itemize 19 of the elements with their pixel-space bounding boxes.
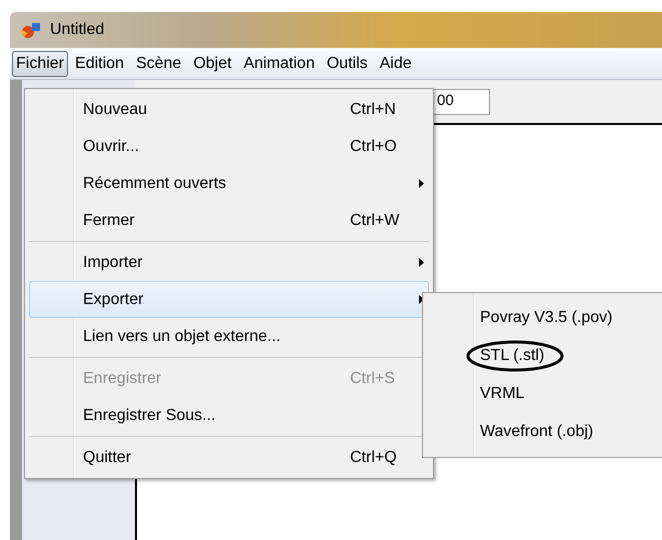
menu-entry[interactable]: Fermer Ctrl+W — [29, 202, 429, 239]
menu-item[interactable]: Scène — [130, 50, 186, 76]
menu-entry[interactable]: Récemment ouverts — [29, 165, 429, 202]
submenu-entry[interactable]: VRML — [423, 375, 662, 413]
menu-item[interactable]: Edition — [70, 50, 129, 76]
menu-entry[interactable]: Exporter — [29, 281, 429, 318]
menu-item[interactable]: Outils — [322, 50, 373, 76]
menu-item[interactable]: Aide — [374, 50, 417, 76]
menu-item[interactable]: Fichier — [12, 50, 68, 76]
menu-entry[interactable]: Importer — [29, 244, 429, 281]
submenu-entry[interactable]: Wavefront (.obj) — [423, 413, 662, 451]
input-field[interactable]: 00 — [432, 88, 490, 114]
menu-entry[interactable]: Ouvrir... Ctrl+O — [29, 128, 429, 165]
menu-item[interactable]: Objet — [188, 50, 237, 76]
window-title: Untitled — [50, 20, 104, 40]
menu-item[interactable]: Animation — [238, 50, 320, 76]
menu-entry[interactable]: Nouveau Ctrl+N — [29, 91, 429, 128]
submenu-entry[interactable]: STL (.stl) — [423, 337, 662, 375]
app-icon — [20, 21, 42, 39]
